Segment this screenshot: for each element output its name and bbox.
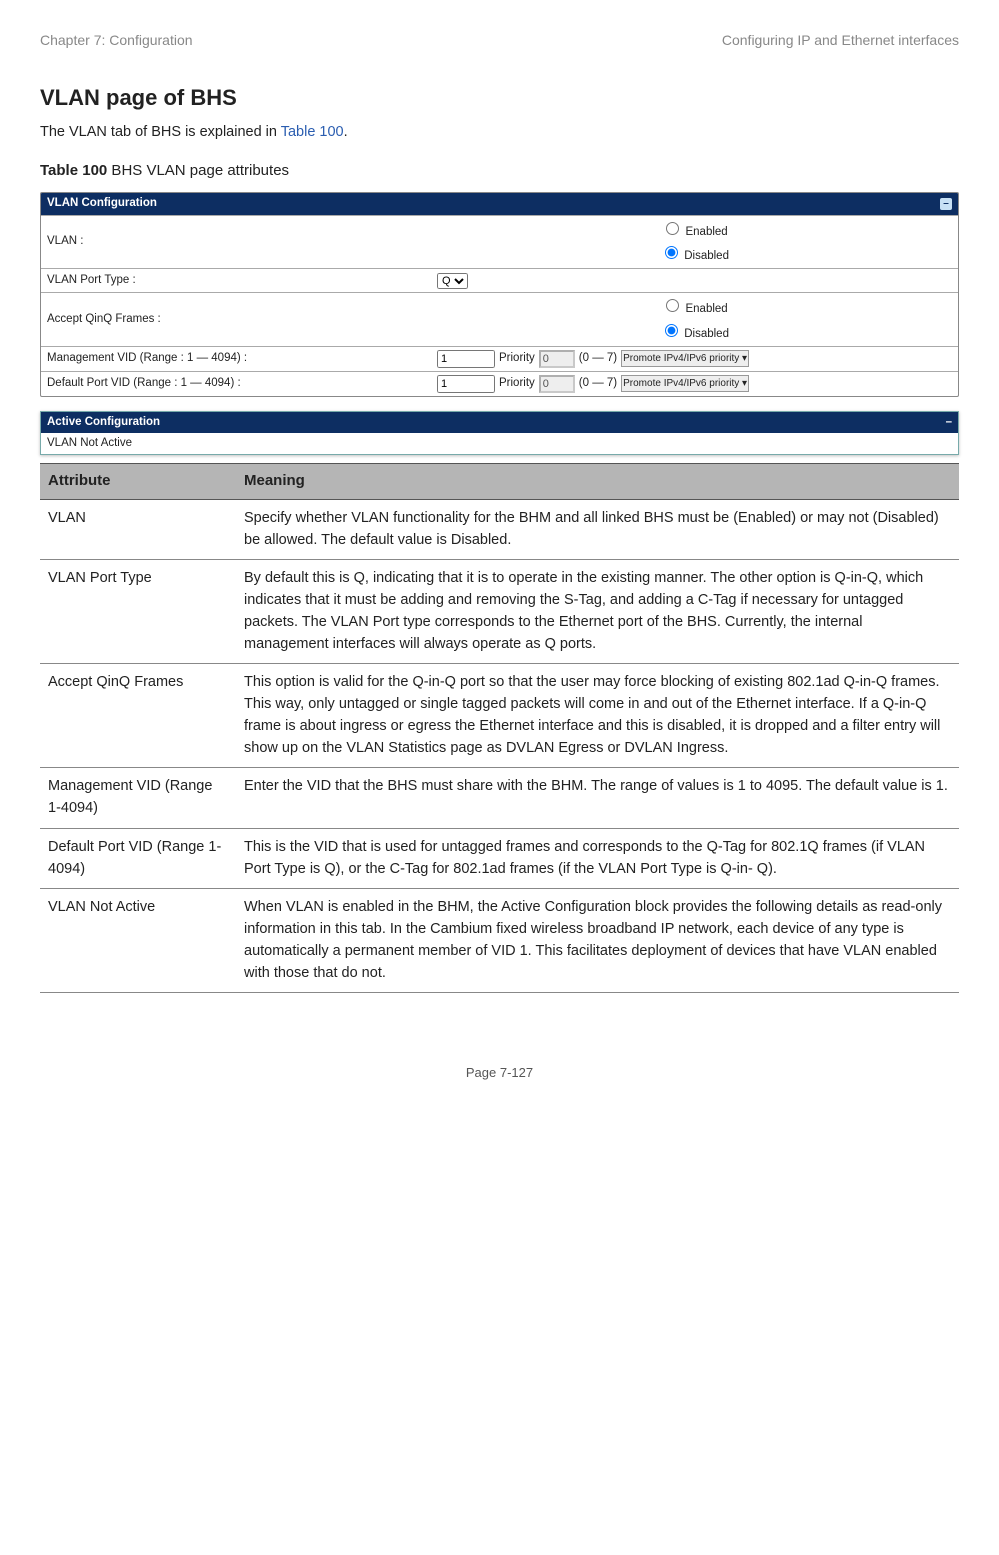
attr-cell: VLAN Not Active [40, 889, 236, 993]
vlan-enabled-radio[interactable] [666, 222, 679, 235]
meaning-cell: By default this is Q, indicating that it… [236, 560, 959, 664]
accept-qinq-row: Accept QinQ Frames : Enabled Disabled [41, 292, 958, 346]
col-meaning: Meaning [236, 464, 959, 500]
vlan-port-type-row: VLAN Port Type : Q [41, 268, 958, 292]
default-promote-select[interactable]: Promote IPv4/IPv6 priority ▾ [621, 375, 749, 392]
default-vid-row: Default Port VID (Range : 1 — 4094) : Pr… [41, 371, 958, 396]
table-row: Management VID (Range 1-4094)Enter the V… [40, 768, 959, 829]
col-attribute: Attribute [40, 464, 236, 500]
intro-text-post: . [344, 124, 348, 140]
table-row: VLAN Not ActiveWhen VLAN is enabled in t… [40, 889, 959, 993]
priority-label-2: Priority [499, 375, 535, 392]
table-row: VLAN Port TypeBy default this is Q, indi… [40, 560, 959, 664]
collapse-icon[interactable]: – [940, 198, 952, 210]
page-running-header: Chapter 7: Configuration Configuring IP … [40, 30, 959, 51]
table-row: VLANSpecify whether VLAN functionality f… [40, 499, 959, 560]
attr-cell: Accept QinQ Frames [40, 664, 236, 768]
vlan-config-title: VLAN Configuration [47, 195, 157, 212]
table-100-link[interactable]: Table 100 [281, 124, 344, 140]
attr-cell: Management VID (Range 1-4094) [40, 768, 236, 829]
vlan-label: VLAN : [47, 233, 437, 250]
mgmt-priority-input[interactable] [539, 350, 575, 368]
meaning-cell: This option is valid for the Q-in-Q port… [236, 664, 959, 768]
vlan-config-panel: VLAN Configuration – VLAN : Enabled Disa… [40, 192, 959, 397]
active-config-body: VLAN Not Active [41, 433, 958, 454]
vlan-disabled-radio[interactable] [665, 246, 678, 259]
active-config-title: Active Configuration [47, 414, 160, 431]
page-title: VLAN page of BHS [40, 81, 959, 114]
section-label: Configuring IP and Ethernet interfaces [722, 30, 959, 51]
default-vid-label: Default Port VID (Range : 1 — 4094) : [47, 375, 437, 392]
mgmt-vid-label: Management VID (Range : 1 — 4094) : [47, 350, 437, 367]
attr-cell: VLAN Port Type [40, 560, 236, 664]
mgmt-vid-input[interactable] [437, 350, 495, 368]
vlan-config-header: VLAN Configuration – [41, 193, 958, 214]
vlan-disabled-option[interactable]: Disabled [660, 243, 729, 265]
vlan-row: VLAN : Enabled Disabled [41, 215, 958, 269]
meaning-cell: When VLAN is enabled in the BHM, the Act… [236, 889, 959, 993]
accept-qinq-label: Accept QinQ Frames : [47, 311, 437, 328]
priority-label: Priority [499, 350, 535, 367]
qinq-disabled-option[interactable]: Disabled [660, 321, 729, 343]
active-config-header: Active Configuration – [41, 412, 958, 433]
meaning-cell: Specify whether VLAN functionality for t… [236, 499, 959, 560]
qinq-disabled-radio[interactable] [665, 324, 678, 337]
qinq-enabled-radio[interactable] [666, 299, 679, 312]
vlan-port-type-label: VLAN Port Type : [47, 272, 437, 289]
table-caption-text: BHS VLAN page attributes [107, 162, 289, 179]
attr-cell: Default Port VID (Range 1-4094) [40, 828, 236, 889]
table-row: Accept QinQ FramesThis option is valid f… [40, 664, 959, 768]
table-caption-number: Table 100 [40, 162, 107, 179]
mgmt-promote-select[interactable]: Promote IPv4/IPv6 priority ▾ [621, 350, 749, 367]
meaning-cell: Enter the VID that the BHS must share wi… [236, 768, 959, 829]
mgmt-vid-row: Management VID (Range : 1 — 4094) : Prio… [41, 346, 958, 371]
default-priority-input[interactable] [539, 375, 575, 393]
priority-range: (0 — 7) [579, 350, 617, 367]
meaning-cell: This is the VID that is used for untagge… [236, 828, 959, 889]
qinq-enabled-option[interactable]: Enabled [661, 296, 727, 318]
table-caption: Table 100 BHS VLAN page attributes [40, 160, 959, 183]
intro-paragraph: The VLAN tab of BHS is explained in Tabl… [40, 122, 959, 144]
intro-text-pre: The VLAN tab of BHS is explained in [40, 124, 281, 140]
chapter-label: Chapter 7: Configuration [40, 30, 193, 51]
collapse-icon[interactable]: – [946, 414, 952, 431]
page-footer: Page 7-127 [40, 1063, 959, 1083]
attr-cell: VLAN [40, 499, 236, 560]
attributes-table: Attribute Meaning VLANSpecify whether VL… [40, 463, 959, 993]
active-config-panel: Active Configuration – VLAN Not Active [40, 411, 959, 456]
priority-range-2: (0 — 7) [579, 375, 617, 392]
table-row: Default Port VID (Range 1-4094)This is t… [40, 828, 959, 889]
vlan-enabled-option[interactable]: Enabled [661, 219, 727, 241]
default-vid-input[interactable] [437, 375, 495, 393]
vlan-port-type-select[interactable]: Q [437, 273, 468, 289]
